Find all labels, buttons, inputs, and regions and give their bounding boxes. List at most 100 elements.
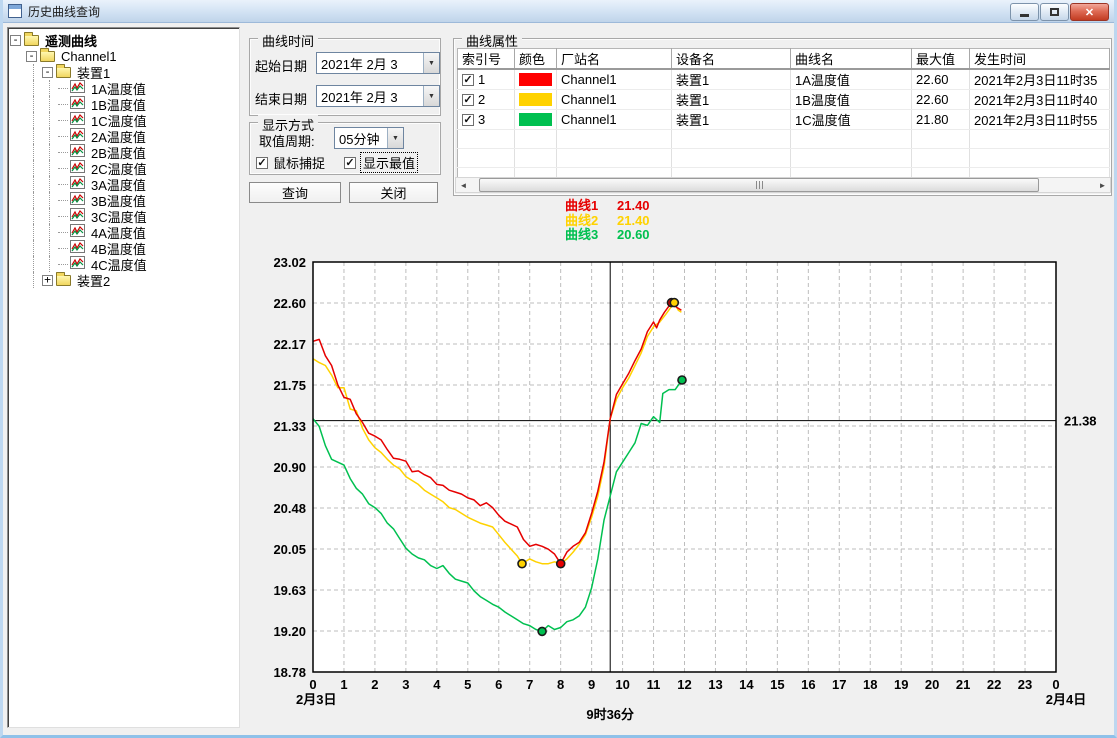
tree-guide bbox=[26, 224, 42, 240]
legend-row: 曲线121.40 bbox=[565, 199, 650, 214]
scrollbar-thumb[interactable] bbox=[479, 178, 1039, 192]
max-value-cell: 22.60 bbox=[912, 69, 970, 90]
curve-chart-icon bbox=[70, 96, 85, 112]
tree-guide bbox=[42, 240, 58, 256]
row-checkbox[interactable]: ✓ bbox=[462, 94, 474, 106]
table-empty-row bbox=[458, 149, 1110, 168]
tree-guide bbox=[10, 240, 26, 256]
curve-chart-icon bbox=[70, 240, 85, 256]
legend-row: 曲线320.60 bbox=[565, 228, 650, 243]
empty-cell bbox=[912, 130, 970, 149]
column-header-发生时间[interactable]: 发生时间 bbox=[970, 49, 1110, 70]
device-cell: 装置1 bbox=[672, 69, 791, 90]
tree-stub bbox=[58, 88, 68, 89]
scrollbar-track[interactable] bbox=[471, 178, 1095, 192]
tree-stub bbox=[58, 264, 68, 265]
tree-guide bbox=[10, 48, 26, 64]
svg-text:21.33: 21.33 bbox=[273, 419, 306, 434]
tree-guide bbox=[10, 96, 26, 112]
row-checkbox[interactable]: ✓ bbox=[462, 114, 474, 126]
svg-text:9: 9 bbox=[588, 677, 595, 692]
tree-guide bbox=[26, 64, 42, 80]
curve-name-cell: 1A温度值 bbox=[791, 69, 912, 90]
row-index: 2 bbox=[478, 92, 485, 107]
svg-text:20: 20 bbox=[925, 677, 939, 692]
tree-stub bbox=[58, 216, 68, 217]
query-button[interactable]: 查询 bbox=[249, 182, 341, 203]
chart-legend: 曲线121.40曲线221.40曲线320.60 bbox=[565, 199, 650, 243]
column-header-最大值[interactable]: 最大值 bbox=[912, 49, 970, 70]
time-cell: 2021年2月3日11时40 bbox=[970, 90, 1110, 110]
close-button[interactable]: ✕ bbox=[1070, 3, 1109, 21]
folder-icon bbox=[24, 35, 39, 46]
empty-cell bbox=[791, 149, 912, 168]
history-curve-chart[interactable]: 23.0222.6022.1721.7521.3320.9020.4820.05… bbox=[253, 250, 1117, 736]
column-header-颜色[interactable]: 颜色 bbox=[515, 49, 557, 70]
curve-props-table[interactable]: 索引号颜色厂站名设备名曲线名最大值发生时间 ✓1Channel1装置11A温度值… bbox=[457, 48, 1110, 187]
curve-chart-icon bbox=[70, 144, 85, 160]
tree-item-label: 遥测曲线 bbox=[43, 31, 99, 50]
scroll-right-icon[interactable]: ► bbox=[1095, 178, 1110, 192]
column-header-厂站名[interactable]: 厂站名 bbox=[557, 49, 672, 70]
svg-text:16: 16 bbox=[801, 677, 815, 692]
maximize-icon bbox=[1050, 8, 1059, 16]
start-date-dropdown-icon[interactable]: ▼ bbox=[423, 53, 439, 73]
end-date-select[interactable]: 2021年 2月 3 ▼ bbox=[316, 85, 440, 107]
mouse-capture-checkbox[interactable]: ✓ bbox=[256, 157, 268, 169]
title-bar[interactable]: 历史曲线查询 ✕ bbox=[0, 0, 1117, 23]
svg-text:0: 0 bbox=[309, 677, 316, 692]
tree-guide bbox=[42, 128, 58, 144]
start-date-select[interactable]: 2021年 2月 3 ▼ bbox=[316, 52, 440, 74]
mouse-capture-label: 鼠标捕捉 bbox=[273, 153, 325, 172]
tree-guide bbox=[26, 112, 42, 128]
minimize-button[interactable] bbox=[1010, 3, 1039, 21]
color-cell bbox=[515, 90, 557, 110]
legend-row: 曲线221.40 bbox=[565, 214, 650, 229]
chart-canvas[interactable]: 23.0222.6022.1721.7521.3320.9020.4820.05… bbox=[253, 250, 1117, 736]
tree-item-装置2[interactable]: +装置2 bbox=[10, 272, 237, 288]
period-select[interactable]: 05分钟 ▼ bbox=[334, 127, 404, 149]
collapse-icon[interactable]: - bbox=[42, 67, 53, 78]
row-checkbox[interactable]: ✓ bbox=[462, 74, 474, 86]
table-hscrollbar[interactable]: ◄ ► bbox=[455, 177, 1111, 193]
device-cell: 装置1 bbox=[672, 110, 791, 130]
collapse-icon[interactable]: - bbox=[26, 51, 37, 62]
telemetry-curve-tree[interactable]: -遥测曲线-Channel1-装置11A温度值1B温度值1C温度值2A温度值2B… bbox=[7, 27, 240, 728]
maximize-button[interactable] bbox=[1040, 3, 1069, 21]
svg-text:17: 17 bbox=[832, 677, 846, 692]
tree-guide bbox=[10, 224, 26, 240]
tree-item-4C温度值[interactable]: 4C温度值 bbox=[10, 256, 237, 272]
curve-chart-icon bbox=[70, 160, 85, 176]
tree-item-遥测曲线[interactable]: - 遥测曲线 bbox=[10, 32, 237, 48]
tree-stub bbox=[58, 200, 68, 201]
expand-icon[interactable]: + bbox=[42, 275, 53, 286]
table-row[interactable]: ✓3Channel1装置11C温度值21.802021年2月3日11时55 bbox=[458, 110, 1110, 130]
tree-item-Channel1[interactable]: -Channel1 bbox=[10, 48, 237, 64]
show-extremes-checkbox[interactable]: ✓ bbox=[344, 157, 356, 169]
svg-text:2: 2 bbox=[371, 677, 378, 692]
tree-guide bbox=[42, 224, 58, 240]
period-dropdown-icon[interactable]: ▼ bbox=[387, 128, 403, 148]
close-dialog-button[interactable]: 关闭 bbox=[349, 182, 438, 203]
table-row[interactable]: ✓2Channel1装置11B温度值22.602021年2月3日11时40 bbox=[458, 90, 1110, 110]
column-header-设备名[interactable]: 设备名 bbox=[672, 49, 791, 70]
tree-guide bbox=[42, 176, 58, 192]
station-cell: Channel1 bbox=[557, 110, 672, 130]
end-date-dropdown-icon[interactable]: ▼ bbox=[423, 86, 439, 106]
period-label: 取值周期: bbox=[259, 131, 315, 150]
scroll-left-icon[interactable]: ◄ bbox=[456, 178, 471, 192]
legend-value: 21.40 bbox=[617, 199, 650, 214]
svg-text:19: 19 bbox=[894, 677, 908, 692]
svg-text:23.02: 23.02 bbox=[273, 255, 306, 270]
column-header-索引号[interactable]: 索引号 bbox=[458, 49, 515, 70]
column-header-曲线名[interactable]: 曲线名 bbox=[791, 49, 912, 70]
collapse-icon[interactable]: - bbox=[10, 35, 21, 46]
legend-label: 曲线3 bbox=[565, 228, 617, 243]
tree-stub bbox=[58, 168, 68, 169]
svg-text:21.75: 21.75 bbox=[273, 378, 306, 393]
tree-guide bbox=[26, 176, 42, 192]
curve-chart-icon bbox=[70, 192, 85, 208]
curve-name-cell: 1C温度值 bbox=[791, 110, 912, 130]
svg-text:21.38: 21.38 bbox=[1064, 414, 1097, 429]
table-row[interactable]: ✓1Channel1装置11A温度值22.602021年2月3日11时35 bbox=[458, 69, 1110, 90]
